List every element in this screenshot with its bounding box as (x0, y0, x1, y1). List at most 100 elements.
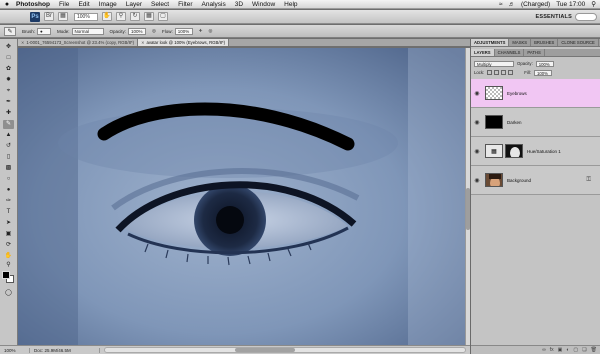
menu-file[interactable]: File (59, 1, 74, 8)
visibility-eye-icon[interactable]: ◉ (471, 90, 483, 97)
marquee-tool-icon[interactable]: □ (3, 54, 14, 63)
lasso-tool-icon[interactable]: ✿ (3, 65, 14, 74)
link-layers-icon[interactable]: ∞ (542, 347, 546, 353)
new-layer-icon[interactable]: ❏ (582, 347, 586, 353)
apple-icon[interactable]: ● (0, 1, 14, 8)
tab-channels[interactable]: CHANNELS (495, 49, 525, 56)
document-tab-1[interactable]: ✕ 1-0001_76594173_Screenshot @ 23.4% (co… (18, 39, 139, 46)
layer-style-icon[interactable]: fx (550, 347, 554, 353)
extras-button[interactable]: ▦ (58, 12, 68, 21)
visibility-eye-icon[interactable]: ◉ (471, 177, 483, 184)
close-icon[interactable]: ✕ (21, 39, 24, 46)
brush-tool-icon-active[interactable]: ✎ (3, 120, 14, 129)
layer-fill-field[interactable]: 100% (533, 69, 552, 76)
tab-masks[interactable]: MASKS (509, 39, 532, 46)
opacity-field[interactable]: 100% (128, 27, 147, 35)
healing-brush-tool-icon[interactable]: ✚ (3, 109, 14, 118)
tab-paths[interactable]: PATHS (524, 49, 545, 56)
wifi-icon[interactable]: ≈ (499, 1, 503, 8)
visibility-eye-icon[interactable]: ◉ (471, 119, 483, 126)
arrange-documents-icon[interactable]: ▦ (144, 12, 154, 21)
hand-tool-icon[interactable]: ✋ (102, 12, 112, 21)
layer-name: Background (507, 177, 532, 183)
layer-thumbnail (485, 115, 503, 129)
menu-image[interactable]: Image (99, 1, 122, 8)
menu-layer[interactable]: Layer (126, 1, 147, 8)
screen-mode-icon[interactable]: ▢ (158, 12, 168, 21)
status-doc-size[interactable]: Doc: 25.9M/46.5M (30, 347, 100, 353)
3d-rotate-tool-icon[interactable]: ⟳ (3, 241, 14, 250)
horizontal-scroll-thumb[interactable] (235, 348, 295, 352)
tab-adjustments[interactable]: ADJUSTMENTS (471, 39, 510, 46)
layer-row-eyebrows[interactable]: ◉ Eyebrows (471, 79, 600, 108)
zoom-tool-icon[interactable]: ⚲ (116, 12, 126, 21)
lock-position-icon[interactable] (501, 70, 507, 75)
shape-tool-icon[interactable]: ▣ (3, 230, 14, 239)
zoom-level-field[interactable]: 100% (74, 12, 98, 21)
path-selection-tool-icon[interactable]: ➤ (3, 219, 14, 228)
quick-select-tool-icon[interactable]: ✸ (3, 76, 14, 85)
type-tool-icon[interactable]: T (3, 208, 14, 217)
airbrush-icon[interactable]: ✈ (199, 28, 203, 34)
brush-size-picker[interactable]: ● (37, 27, 52, 35)
history-brush-tool-icon[interactable]: ↺ (3, 142, 14, 151)
document-tab-active[interactable]: ✕ avatar look @ 100% (Eyebrows, RGB/8*) (138, 39, 230, 46)
crop-tool-icon[interactable]: ⌖ (3, 87, 14, 96)
layer-thumbnail (485, 173, 503, 187)
menu-3d[interactable]: 3D (235, 1, 248, 8)
document-canvas[interactable] (18, 48, 465, 345)
clone-stamp-tool-icon[interactable]: ▲ (3, 131, 14, 140)
status-zoom[interactable]: 100% (0, 347, 30, 353)
clock[interactable]: Tue 17:00 (556, 1, 585, 8)
eraser-tool-icon[interactable]: ▯ (3, 153, 14, 162)
blend-mode-select[interactable]: Multiply (474, 60, 514, 67)
layer-row-background[interactable]: ◉ Background ⚿ (471, 166, 600, 195)
gradient-tool-icon[interactable]: ▩ (3, 164, 14, 173)
trash-icon[interactable]: 🗑 (591, 347, 597, 353)
bridge-button[interactable]: Br (44, 12, 54, 21)
brush-tool-icon[interactable]: ✎ (4, 26, 16, 36)
flow-field[interactable]: 100% (174, 27, 193, 35)
foreground-color-swatch[interactable] (2, 271, 10, 279)
menu-help[interactable]: Help (284, 1, 302, 8)
menu-analysis[interactable]: Analysis (202, 1, 231, 8)
spotlight-icon[interactable]: ⚲ (591, 0, 596, 8)
menu-edit[interactable]: Edit (78, 1, 94, 8)
visibility-eye-icon[interactable]: ◉ (471, 148, 483, 155)
horizontal-scrollbar[interactable] (104, 347, 466, 353)
battery-status[interactable]: (Charged) (521, 1, 550, 8)
lock-pixels-icon[interactable] (494, 70, 500, 75)
layer-mask-thumbnail[interactable] (505, 144, 523, 158)
menu-window[interactable]: Window (252, 1, 280, 8)
layer-opacity-field[interactable]: 100% (535, 60, 554, 67)
layer-row-hue-saturation[interactable]: ◉ ▦ Hue/Saturation 1 (471, 137, 600, 166)
tab-layers[interactable]: LAYERS (471, 49, 495, 56)
eyedropper-tool-icon[interactable]: ✒ (3, 98, 14, 107)
tab-clone-source[interactable]: CLONE SOURCE (558, 39, 599, 46)
menu-app-name[interactable]: Photoshop (16, 1, 55, 8)
hand-tool-icon-toolbox[interactable]: ✋ (3, 252, 14, 261)
new-group-icon[interactable]: ▢ (573, 347, 578, 353)
tablet-pressure-size-icon[interactable]: ◎ (209, 28, 213, 34)
move-tool-icon[interactable]: ✥ (3, 43, 14, 52)
search-field[interactable] (575, 13, 597, 21)
close-icon[interactable]: ✕ (141, 39, 144, 46)
adjustment-layer-icon[interactable]: ◐ (566, 347, 569, 353)
mode-select[interactable]: Normal (71, 27, 104, 35)
rotate-view-icon[interactable]: ↻ (130, 12, 140, 21)
dodge-tool-icon[interactable]: ● (3, 186, 14, 195)
quick-mask-icon[interactable]: ◯ (3, 289, 14, 298)
tablet-pressure-opacity-icon[interactable]: ◎ (152, 28, 156, 34)
zoom-tool-icon-toolbox[interactable]: ⚲ (3, 261, 14, 270)
lock-all-icon[interactable] (508, 70, 514, 75)
tab-brushes[interactable]: BRUSHES (531, 39, 559, 46)
volume-icon[interactable]: ♬ (508, 1, 515, 8)
menu-select[interactable]: Select (151, 1, 174, 8)
pen-tool-icon[interactable]: ✑ (3, 197, 14, 206)
workspace-switcher[interactable]: ESSENTIALS (535, 14, 572, 20)
blur-tool-icon[interactable]: ○ (3, 175, 14, 184)
menu-filter[interactable]: Filter (178, 1, 197, 8)
lock-transparent-icon[interactable] (487, 70, 493, 75)
layer-row-darken[interactable]: ◉ Darken (471, 108, 600, 137)
add-mask-icon[interactable]: ▣ (558, 347, 563, 353)
